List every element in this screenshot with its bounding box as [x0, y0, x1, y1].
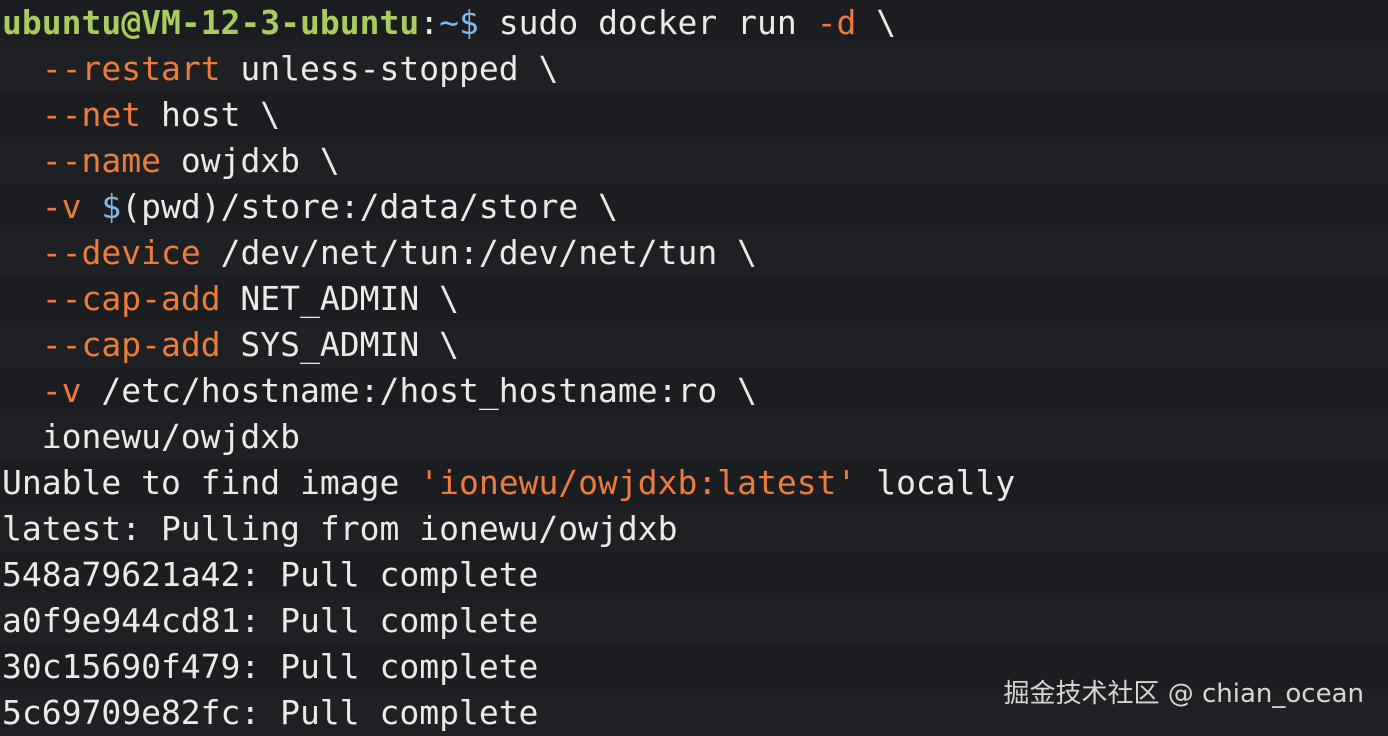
arg-value: host \: [141, 95, 281, 134]
arg-value: owjdxb \: [160, 141, 340, 180]
arg-dollar: $: [81, 187, 122, 226]
image-name-line: ionewu/owjdxb: [0, 414, 1388, 460]
arg-flag: -v: [41, 187, 82, 226]
image-tag-quoted: 'ionewu/owjdxb:latest': [419, 463, 857, 502]
terminal-window[interactable]: ubuntu@VM-12-3-ubuntu:~$ sudo docker run…: [0, 0, 1388, 736]
arg-line-volume-hostname: -v /etc/hostname:/host_hostname:ro \: [0, 368, 1388, 414]
prompt-separator: :: [419, 3, 440, 42]
arg-line-device: --device /dev/net/tun:/dev/net/tun \: [0, 230, 1388, 276]
arg-flag: --name: [41, 141, 161, 180]
arg-line-name: --name owjdxb \: [0, 138, 1388, 184]
arg-flag: --device: [41, 233, 201, 272]
arg-flag: -v: [41, 371, 82, 410]
arg-line-cap-net-admin: --cap-add NET_ADMIN \: [0, 276, 1388, 322]
prompt-line: ubuntu@VM-12-3-ubuntu:~$ sudo docker run…: [0, 0, 1388, 46]
arg-value: /dev/net/tun:/dev/net/tun \: [200, 233, 757, 272]
arg-value: (pwd)/store:/data/store \: [121, 187, 618, 226]
arg-line-restart: --restart unless-stopped \: [0, 46, 1388, 92]
pull-complete-line: a0f9e944cd81: Pull complete: [0, 598, 1388, 644]
pull-complete-line: 548a79621a42: Pull complete: [2, 555, 539, 594]
arg-value: NET_ADMIN \: [220, 279, 459, 318]
prompt-user-host: ubuntu@VM-12-3-ubuntu: [2, 3, 420, 42]
arg-value: unless-stopped \: [220, 49, 559, 88]
arg-line-cap-sys-admin: --cap-add SYS_ADMIN \: [0, 322, 1388, 368]
line-continuation: \: [856, 3, 897, 42]
arg-flag: --net: [41, 95, 142, 134]
arg-value: SYS_ADMIN \: [220, 325, 459, 364]
watermark: 掘金技术社区 @ chian_ocean: [1003, 679, 1364, 709]
arg-value: /etc/hostname:/host_hostname:ro \: [81, 371, 758, 410]
command-flag: -d: [816, 3, 857, 42]
arg-line-net: --net host \: [0, 92, 1388, 138]
arg-flag: --restart: [41, 49, 221, 88]
arg-flag: --cap-add: [41, 279, 221, 318]
unable-to-find-line: Unable to find image 'ionewu/owjdxb:late…: [2, 463, 1016, 502]
arg-line-volume-store: -v $(pwd)/store:/data/store \: [0, 184, 1388, 230]
prompt-path: ~$: [439, 3, 479, 42]
arg-flag: --cap-add: [41, 325, 221, 364]
pulling-line: latest: Pulling from ionewu/owjdxb: [0, 506, 1388, 552]
command-text: sudo docker run: [478, 3, 817, 42]
